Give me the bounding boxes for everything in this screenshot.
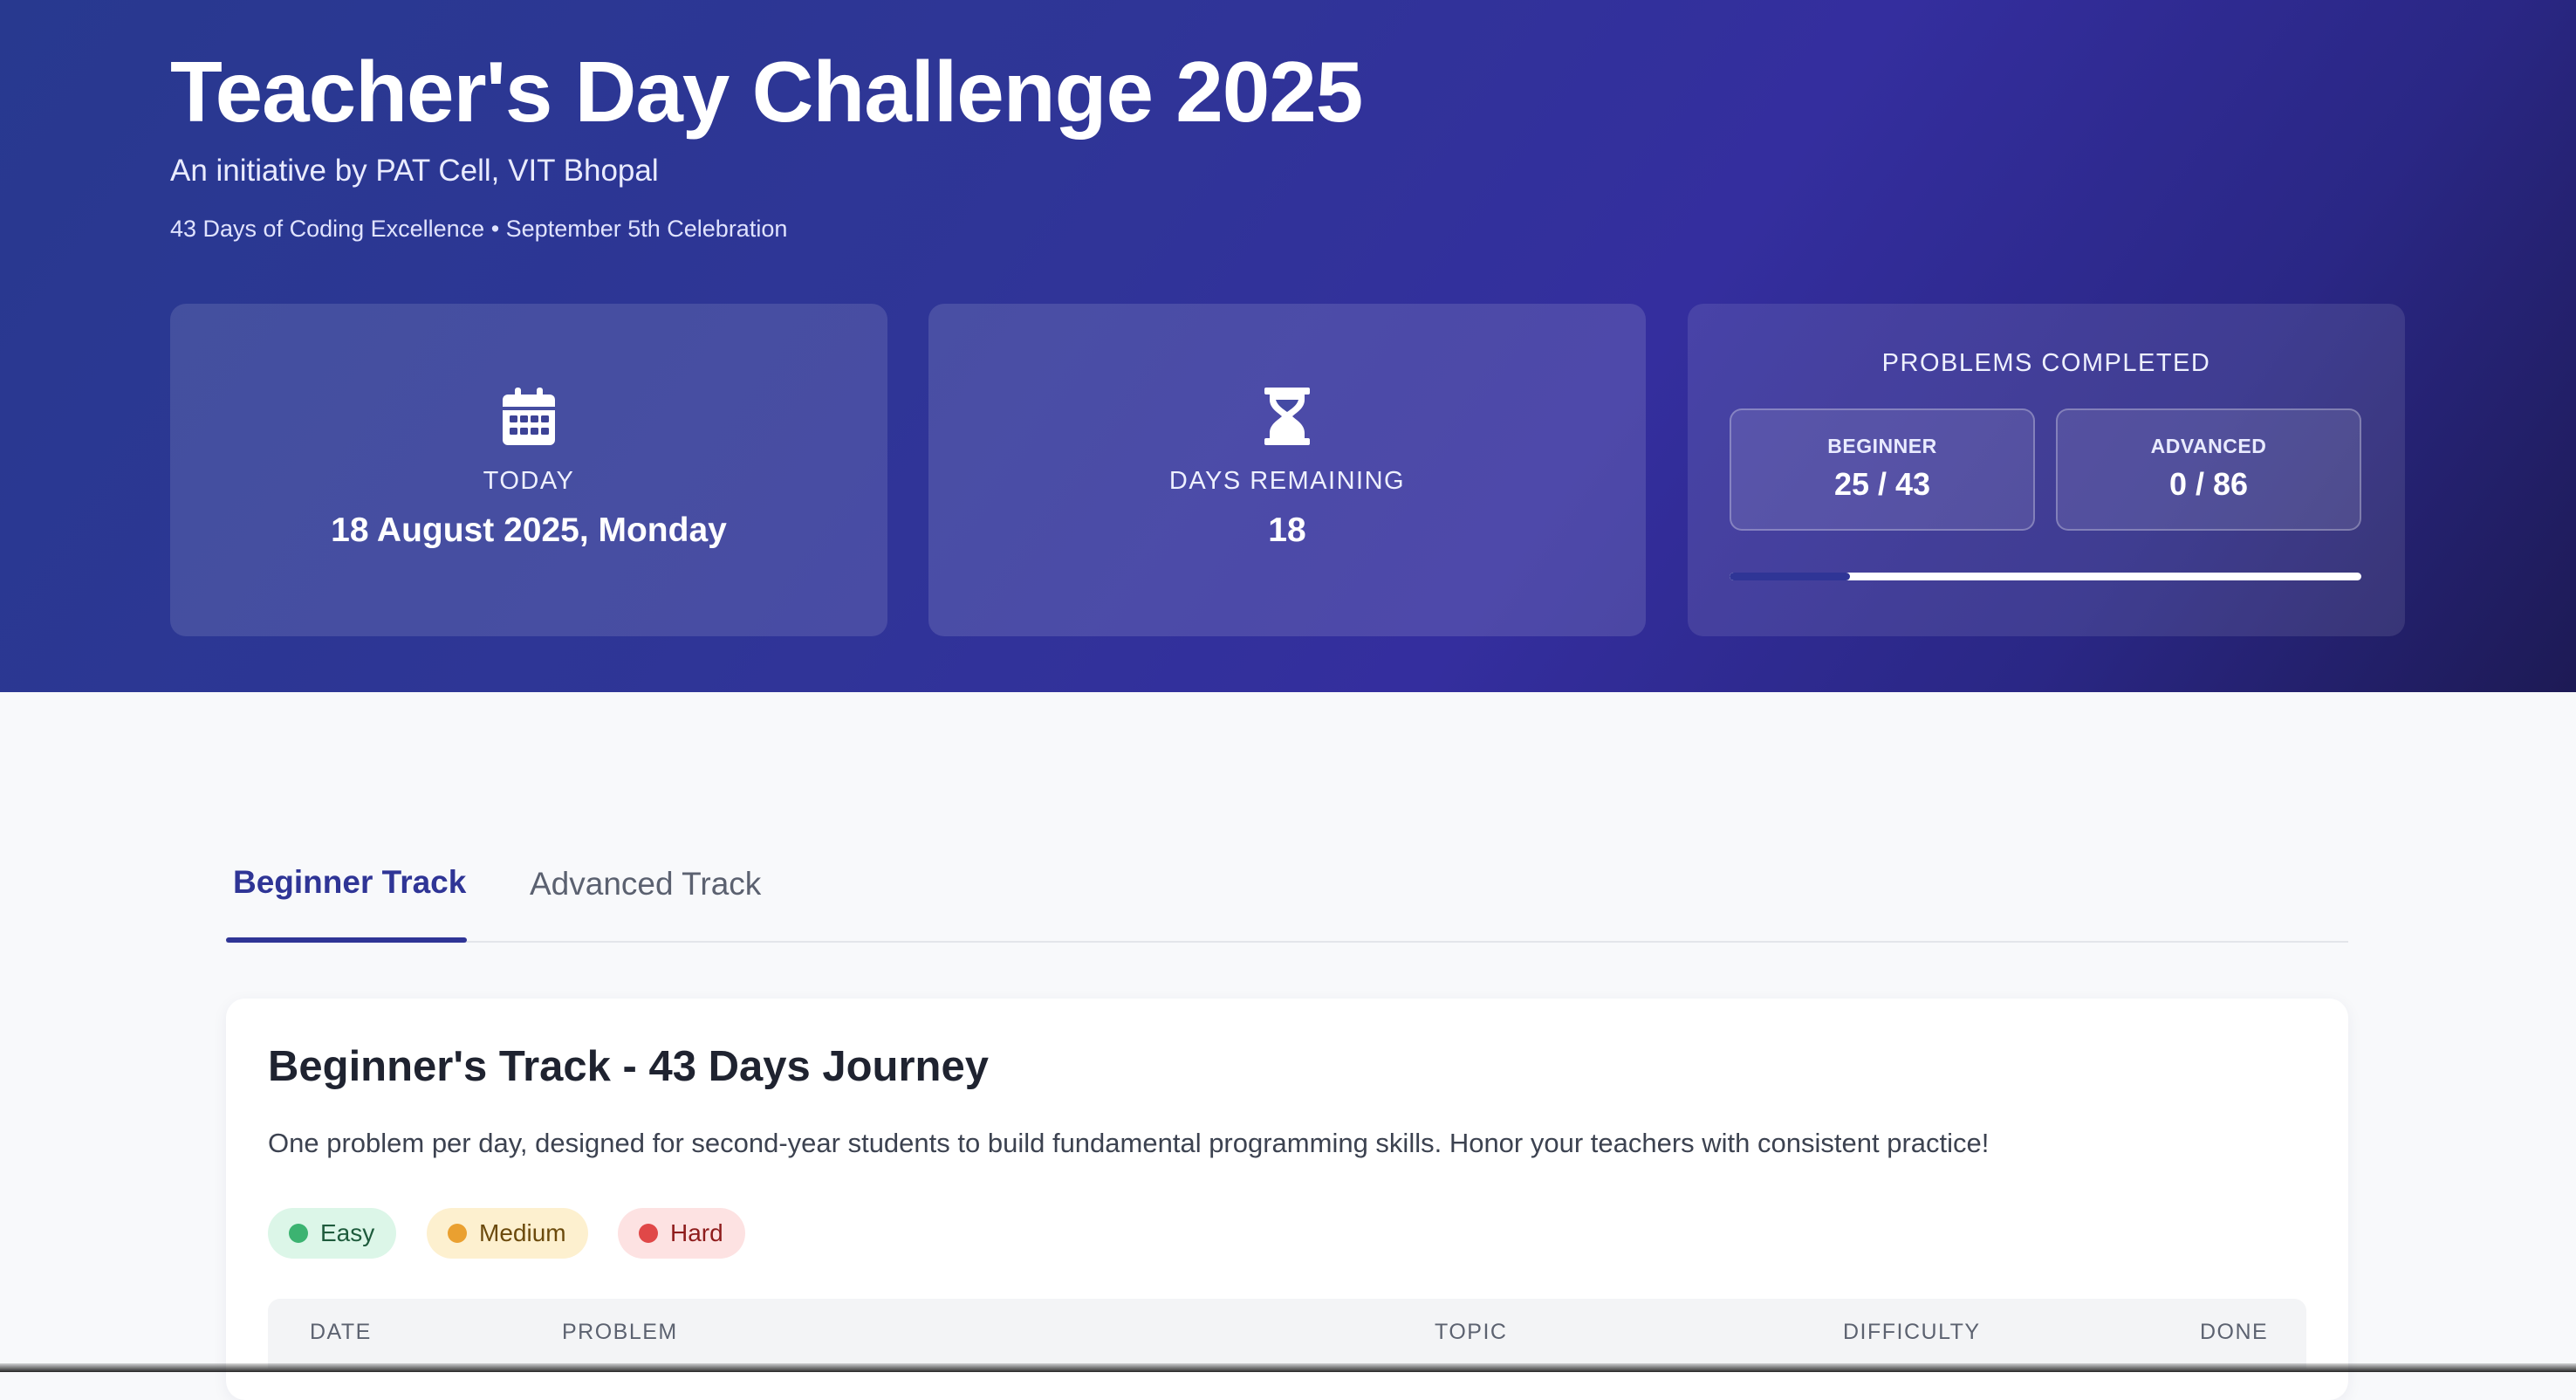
column-header-date: DATE [310, 1320, 372, 1344]
tab-beginner-track[interactable]: Beginner Track [233, 864, 466, 901]
active-tab-indicator [226, 937, 467, 943]
beginner-count-label: BEGINNER [1827, 435, 1937, 457]
legend-easy: Easy [268, 1208, 397, 1259]
track-tabs: Beginner Track Advanced Track [226, 838, 2348, 943]
legend-medium: Medium [427, 1208, 588, 1259]
progress-bar-fill [1730, 573, 1850, 580]
problems-table-header: DATE PROBLEM TOPIC DIFFICULTY DONE [268, 1299, 2306, 1369]
today-date: 18 August 2025, Monday [331, 511, 727, 549]
track-panel: Beginner's Track - 43 Days Journey One p… [226, 999, 2348, 1400]
hero-banner: Teacher's Day Challenge 2025 An initiati… [0, 0, 2576, 692]
legend-easy-label: Easy [320, 1219, 375, 1246]
track-description: One problem per day, designed for second… [268, 1128, 1990, 1158]
today-label: TODAY [483, 467, 575, 495]
problems-completed-card: PROBLEMS COMPLETED BEGINNER 25 / 43 ADVA… [1688, 304, 2405, 636]
column-header-problem: PROBLEM [562, 1320, 678, 1344]
tab-advanced-track[interactable]: Advanced Track [530, 866, 761, 902]
column-header-difficulty: DIFFICULTY [1843, 1320, 1981, 1344]
days-remaining-value: 18 [1268, 511, 1306, 549]
legend-hard: Hard [618, 1208, 745, 1259]
hero-subtitle: An initiative by PAT Cell, VIT Bhopal [170, 154, 659, 188]
progress-bar [1730, 573, 2361, 580]
beginner-count-box: BEGINNER 25 / 43 [1730, 408, 2035, 531]
column-header-done: DONE [2200, 1320, 2269, 1344]
advanced-count-value: 0 / 86 [2168, 466, 2249, 502]
problems-completed-label: PROBLEMS COMPLETED [1881, 349, 2211, 377]
hard-dot-icon [639, 1224, 658, 1243]
advanced-count-box: ADVANCED 0 / 86 [2056, 408, 2361, 531]
beginner-count-value: 25 / 43 [1833, 466, 1931, 502]
days-remaining-card: DAYS REMAINING 18 [928, 304, 1646, 636]
window-bottom-edge [0, 1363, 2576, 1372]
legend-medium-label: Medium [479, 1219, 566, 1246]
medium-dot-icon [448, 1224, 467, 1243]
hourglass-icon [1264, 388, 1310, 445]
calendar-icon [503, 388, 555, 445]
column-header-topic: TOPIC [1435, 1320, 1508, 1344]
track-title: Beginner's Track - 43 Days Journey [268, 1043, 989, 1090]
hero-tagline: 43 Days of Coding Excellence • September… [170, 216, 788, 242]
legend-hard-label: Hard [670, 1219, 723, 1246]
page-title: Teacher's Day Challenge 2025 [170, 44, 1363, 140]
today-card: TODAY 18 August 2025, Monday [170, 304, 887, 636]
days-remaining-label: DAYS REMAINING [1168, 467, 1406, 495]
easy-dot-icon [289, 1224, 308, 1243]
advanced-count-label: ADVANCED [2150, 435, 2267, 457]
